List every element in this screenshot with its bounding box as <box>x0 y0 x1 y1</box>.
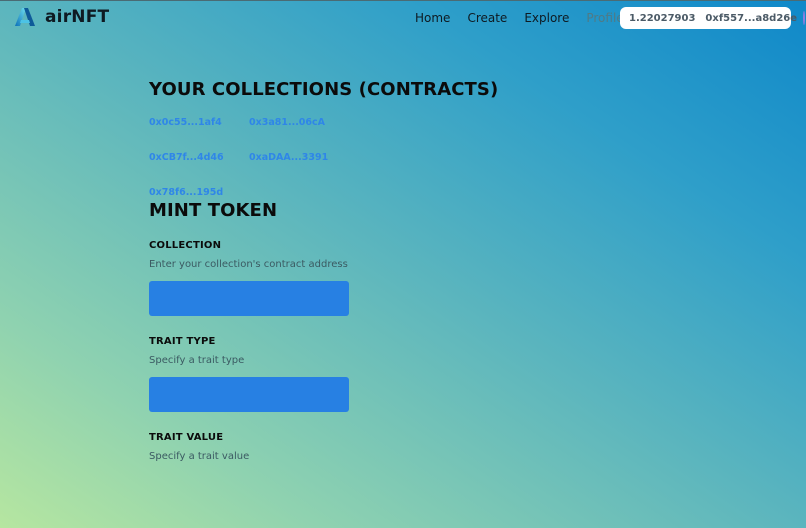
airnft-logo-icon <box>14 7 36 27</box>
collection-link[interactable]: 0xCB7f...4d46 <box>149 152 249 164</box>
collection-field: COLLECTION Enter your collection's contr… <box>149 240 549 316</box>
trait-value-field-hint: Specify a trait value <box>149 451 250 462</box>
wallet-balance: 1.22027903 <box>629 12 696 24</box>
main-nav: Home Create Explore Profile <box>415 11 641 25</box>
top-navbar: airNFT Home Create Explore Profile 1.220… <box>0 0 806 34</box>
collection-link[interactable]: 0x3a81...06cA <box>249 117 349 129</box>
trait-type-field-label: TRAIT TYPE <box>149 336 216 347</box>
wallet-address: 0xf557...a8d26e <box>705 12 798 24</box>
nav-home-link[interactable]: Home <box>415 11 450 25</box>
wallet-button[interactable]: 1.22027903 0xf557...a8d26e <box>620 7 806 29</box>
trait-value-field: TRAIT VALUE Specify a trait value <box>149 432 549 462</box>
nav-explore-link[interactable]: Explore <box>524 11 569 25</box>
nav-create-link[interactable]: Create <box>467 11 507 25</box>
collection-field-label: COLLECTION <box>149 240 222 251</box>
trait-type-field: TRAIT TYPE Specify a trait type <box>149 336 549 412</box>
collections-title: YOUR COLLECTIONS (CONTRACTS) <box>149 79 499 100</box>
collection-address-input[interactable] <box>149 281 349 316</box>
main-content: YOUR COLLECTIONS (CONTRACTS) 0x0c55...1a… <box>149 78 549 462</box>
brand[interactable]: airNFT <box>14 7 109 27</box>
collection-field-hint: Enter your collection's contract address <box>149 259 348 270</box>
collections-list: 0x0c55...1af4 0x3a81...06cA 0xCB7f...4d4… <box>149 117 549 199</box>
brand-name: airNFT <box>45 7 110 27</box>
trait-type-field-hint: Specify a trait type <box>149 355 245 366</box>
mint-token-title: MINT TOKEN <box>149 200 278 221</box>
trait-type-input[interactable] <box>149 377 349 412</box>
identicon-avatar-icon <box>803 11 806 25</box>
collection-link[interactable]: 0x0c55...1af4 <box>149 117 249 129</box>
nav-profile-link[interactable]: Profile <box>586 11 623 25</box>
trait-value-field-label: TRAIT VALUE <box>149 432 224 443</box>
collection-link[interactable]: 0xaDAA...3391 <box>249 152 349 164</box>
collection-link[interactable]: 0x78f6...195d <box>149 187 249 199</box>
